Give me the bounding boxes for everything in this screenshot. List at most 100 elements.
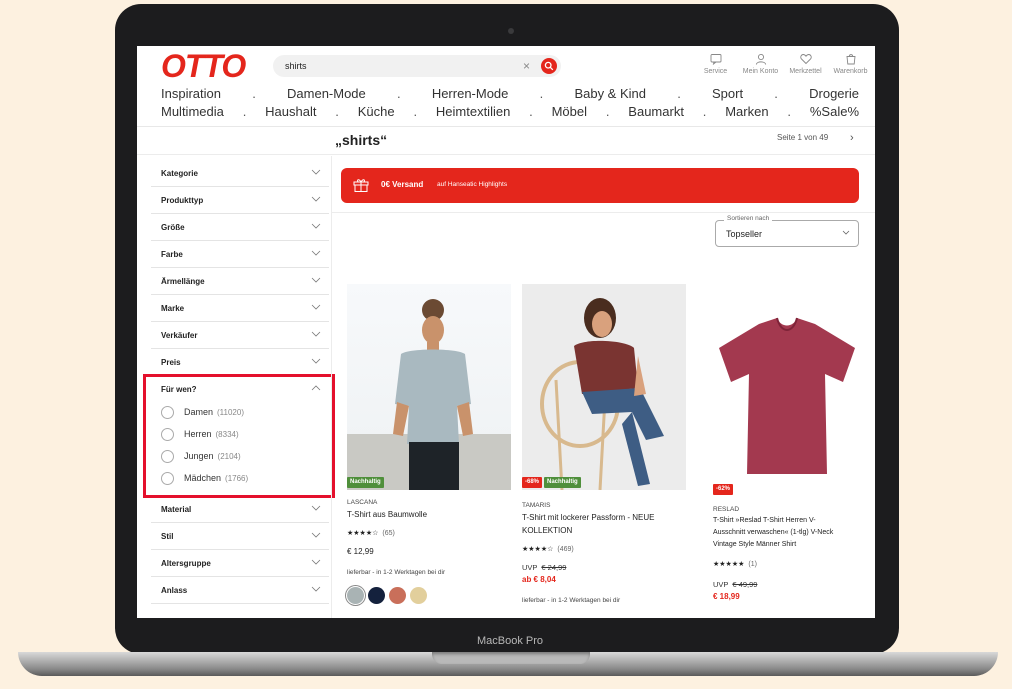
product-name-line-1[interactable]: T-Shirt »Reslad T-Shirt Herren V- [713,515,816,527]
account-link[interactable]: Mein Konto [738,52,783,78]
nav-separator: . [242,104,247,119]
filter-aermellaenge[interactable]: Ärmellänge [151,268,329,295]
nav-kueche[interactable]: Küche [358,104,395,119]
chevron-down-icon [311,169,321,175]
product-badges: -68% Nachhaltig [522,477,581,488]
sidebar-divider [331,156,332,618]
filter-altersgruppe[interactable]: Altersgruppe [151,550,329,577]
product-card[interactable]: -62% RESLAD T-Shirt »Reslad T-Shirt Herr… [713,284,863,614]
header-divider [137,126,875,127]
chevron-down-icon [311,532,321,538]
nav-damen-mode[interactable]: Damen-Mode [287,86,366,101]
filter-label: Preis [161,358,181,367]
nav-separator: . [413,104,418,119]
heart-icon [799,54,812,65]
color-swatch[interactable] [368,587,385,604]
sort-dropdown[interactable]: Sortieren nach Topseller [715,215,859,247]
color-swatch[interactable] [389,587,406,604]
sort-value: Topseller [726,229,763,239]
rating-stars: ★★★★★ [713,561,745,568]
wishlist-link[interactable]: Merkzettel [783,52,828,78]
filter-stil[interactable]: Stil [151,523,329,550]
sustainable-badge: Nachhaltig [347,477,384,488]
nav-separator: . [539,86,544,101]
chevron-down-icon [311,559,321,565]
service-link[interactable]: Service [693,52,738,78]
filter-verkaeufer[interactable]: Verkäufer [151,322,329,349]
nav-separator: . [605,104,610,119]
banner-subtitle: auf Hanseatic Highlights [437,181,508,188]
product-name[interactable]: T-Shirt aus Baumwolle [347,508,427,521]
nav-herren-mode[interactable]: Herren-Mode [432,86,509,101]
nav-drogerie[interactable]: Drogerie [809,86,859,101]
nav-baumarkt[interactable]: Baumarkt [628,104,684,119]
review-count: (1) [748,561,757,568]
nav-haushalt[interactable]: Haushalt [265,104,316,119]
filter-label: Größe [161,223,185,232]
wishlist-label: Merkzettel [789,68,822,75]
color-swatch[interactable] [347,587,364,604]
nav-marken[interactable]: Marken [725,104,768,119]
search-button[interactable] [541,58,557,74]
search-input[interactable] [285,59,505,73]
product-name-line-2[interactable]: KOLLEKTION [522,524,572,537]
main-nav-row-1: Inspiration . Damen-Mode . Herren-Mode .… [161,86,859,101]
product-name-line-3[interactable]: Vintage Style Männer Shirt [713,539,796,551]
product-price: € 12,99 [347,547,374,556]
filter-kategorie[interactable]: Kategorie [151,160,329,187]
filter-anlass[interactable]: Anlass [151,577,329,604]
cart-link[interactable]: Warenkorb [828,52,873,78]
site-header: OTTO × Service Mein Konto Merk [137,46,875,136]
product-name-line-1[interactable]: T-Shirt mit lockerer Passform - NEUE [522,511,654,524]
nav-inspiration[interactable]: Inspiration [161,86,221,101]
nav-sport[interactable]: Sport [712,86,743,101]
otto-logo[interactable]: OTTO [161,50,246,82]
product-image[interactable] [522,284,686,490]
product-badges: Nachhaltig [347,477,384,488]
product-rating: ★★★★★ (1) [713,560,757,568]
nav-heimtextilien[interactable]: Heimtextilien [436,104,510,119]
search-bar[interactable]: × [273,55,561,77]
sale-price: € 18,99 [713,592,740,601]
nav-multimedia[interactable]: Multimedia [161,104,224,119]
filter-farbe[interactable]: Farbe [151,241,329,268]
main-nav-row-2: Multimedia . Haushalt . Küche . Heimtext… [161,104,859,119]
next-page-button[interactable]: › [850,132,854,144]
filter-marke[interactable]: Marke [151,295,329,322]
uvp-label: UVP [713,580,729,589]
device-label: MacBook Pro [476,635,544,647]
filter-label: Material [161,505,192,514]
product-brand: TAMARIS [522,502,551,509]
filter-groesse[interactable]: Größe [151,214,329,241]
rating-stars: ★★★★☆ [347,530,379,537]
content-divider [332,212,875,213]
nav-separator: . [702,104,707,119]
nav-baby-kind[interactable]: Baby & Kind [574,86,646,101]
color-swatch[interactable] [410,587,427,604]
nav-separator: . [396,86,401,101]
chevron-down-icon [311,196,321,202]
product-card[interactable]: Nachhaltig LASCANA T-Shirt aus Baumwolle… [347,284,513,614]
woman-tshirt-photo [347,299,511,490]
product-image[interactable] [347,284,511,490]
chevron-down-icon [311,331,321,337]
chevron-down-icon [311,304,321,310]
nav-sale[interactable]: %Sale% [810,104,859,119]
product-card[interactable]: -68% Nachhaltig TAMARIS T-Shirt mit lock… [522,284,688,618]
original-price: UVP € 24,99 [522,563,566,572]
filter-produkttyp[interactable]: Produkttyp [151,187,329,214]
page-title: „shirts“ [335,132,388,148]
red-tshirt-photo [719,317,855,474]
chevron-down-icon [311,250,321,256]
product-image[interactable] [713,284,859,496]
filter-preis[interactable]: Preis [151,349,329,376]
filter-label: Verkäufer [161,331,198,340]
shipping-banner[interactable]: 0€ Versand auf Hanseatic Highlights [341,168,859,203]
nav-moebel[interactable]: Möbel [552,104,587,119]
filter-material[interactable]: Material [151,496,329,523]
clear-search-icon[interactable]: × [523,59,530,73]
rating-stars: ★★★★☆ [522,546,554,553]
product-name-line-2[interactable]: Ausschnitt verwaschen« (1-tlg) V-Neck [713,527,833,539]
header-utilities: Service Mein Konto Merkzettel Warenkorb [693,52,873,78]
discount-badge: -62% [713,484,734,495]
